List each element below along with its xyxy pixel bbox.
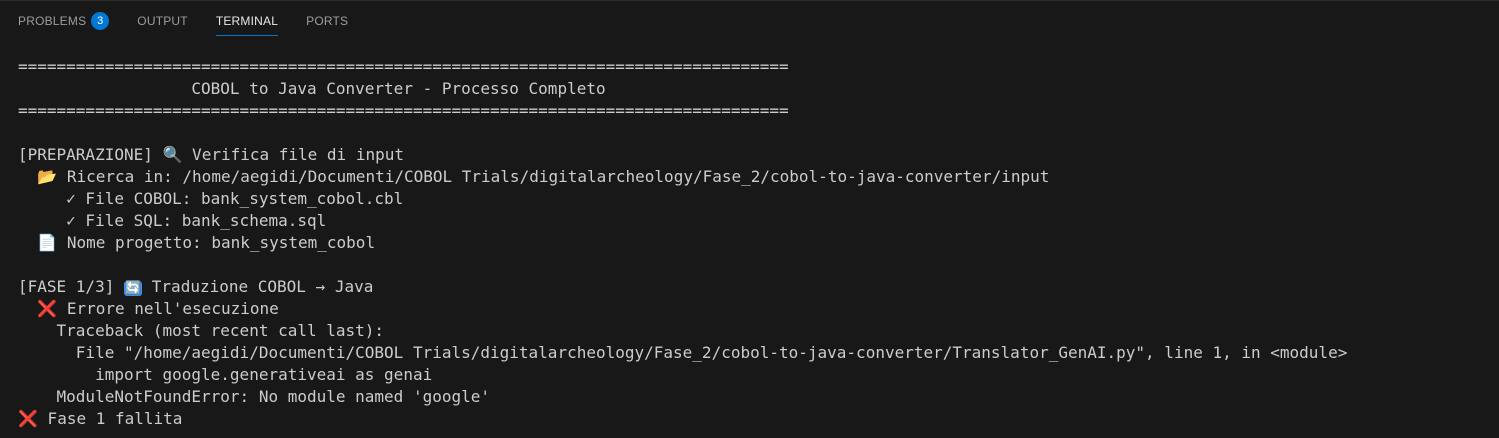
terminal-line: ✓ File SQL: bank_schema.sql <box>18 210 1488 232</box>
tab-output-label: OUTPUT <box>137 14 188 28</box>
terminal-line-text: ModuleNotFoundError: No module named 'go… <box>18 387 491 406</box>
terminal-line-text: Errore nell'esecuzione <box>57 299 279 318</box>
cross-mark-icon: ❌ <box>37 299 58 318</box>
terminal-line-text: ========================================… <box>18 101 789 120</box>
tab-ports[interactable]: PORTS <box>306 1 348 41</box>
terminal-line-prefix <box>18 299 37 318</box>
bottom-panel: PROBLEMS 3 OUTPUT TERMINAL PORTS =======… <box>0 0 1499 438</box>
tab-terminal-label: TERMINAL <box>215 14 279 28</box>
terminal-line: [FASE 1/3] 🔄 Traduzione COBOL → Java <box>18 276 1488 298</box>
terminal-line: ModuleNotFoundError: No module named 'go… <box>18 386 1488 408</box>
terminal-line: ❌ Fase 1 fallita <box>18 408 1488 430</box>
terminal-line: Traceback (most recent call last): <box>18 320 1488 342</box>
tab-output[interactable]: OUTPUT <box>137 1 188 41</box>
terminal-line-text: Verifica file di input <box>182 145 404 164</box>
terminal-line-text: File "/home/aegidi/Documenti/COBOL Trial… <box>18 343 1348 362</box>
terminal-line-text: Fase 1 fallita <box>37 409 183 428</box>
terminal-line-prefix <box>18 167 37 186</box>
terminal-line-text: Traceback (most recent call last): <box>18 321 385 340</box>
terminal-line-text: ✓ File SQL: bank_schema.sql <box>18 211 327 230</box>
terminal-line: 📄 Nome progetto: bank_system_cobol <box>18 232 1488 254</box>
terminal-line-text: ✓ File COBOL: bank_system_cobol.cbl <box>18 189 404 208</box>
terminal-line-text: Nome progetto: bank_system_cobol <box>57 233 376 252</box>
terminal-line: ✓ File COBOL: bank_system_cobol.cbl <box>18 188 1488 210</box>
refresh-icon: 🔄 <box>123 281 143 296</box>
terminal-line: COBOL to Java Converter - Processo Compl… <box>18 78 1488 100</box>
terminal-line: File "/home/aegidi/Documenti/COBOL Trial… <box>18 342 1488 364</box>
cross-mark-icon: ❌ <box>18 409 38 428</box>
terminal-line-prefix <box>18 233 37 252</box>
open-folder-icon: 📂 <box>37 167 58 186</box>
terminal-line: ========================================… <box>18 56 1488 78</box>
problems-count-badge: 3 <box>91 12 110 30</box>
tab-ports-label: PORTS <box>306 14 349 28</box>
terminal-line-prefix: [PREPARAZIONE] <box>18 145 163 164</box>
terminal-output[interactable]: ========================================… <box>18 56 1488 430</box>
tab-problems-label: PROBLEMS <box>18 14 87 28</box>
terminal-line: [PREPARAZIONE] 🔍 Verifica file di input <box>18 144 1488 166</box>
tab-terminal[interactable]: TERMINAL <box>215 1 279 41</box>
terminal-line-prefix: [FASE 1/3] <box>18 277 124 296</box>
panel-tab-bar: PROBLEMS 3 OUTPUT TERMINAL PORTS <box>0 1 1499 41</box>
terminal-line: import google.generativeai as genai <box>18 364 1488 386</box>
terminal-line-text: COBOL to Java Converter - Processo Compl… <box>18 79 606 98</box>
terminal-line: 📂 Ricerca in: /home/aegidi/Documenti/COB… <box>18 166 1488 188</box>
terminal-line-text: ========================================… <box>18 57 789 76</box>
terminal-line-text: Ricerca in: /home/aegidi/Documenti/COBOL… <box>57 167 1050 186</box>
document-icon: 📄 <box>37 233 58 252</box>
tab-problems[interactable]: PROBLEMS 3 <box>18 1 110 41</box>
terminal-line: ❌ Errore nell'esecuzione <box>18 298 1488 320</box>
terminal-line-text: import google.generativeai as genai <box>18 365 433 384</box>
terminal-line-text: Traduzione COBOL → Java <box>142 277 374 296</box>
magnifier-icon: 🔍 <box>162 145 183 164</box>
terminal-line: ========================================… <box>18 100 1488 122</box>
